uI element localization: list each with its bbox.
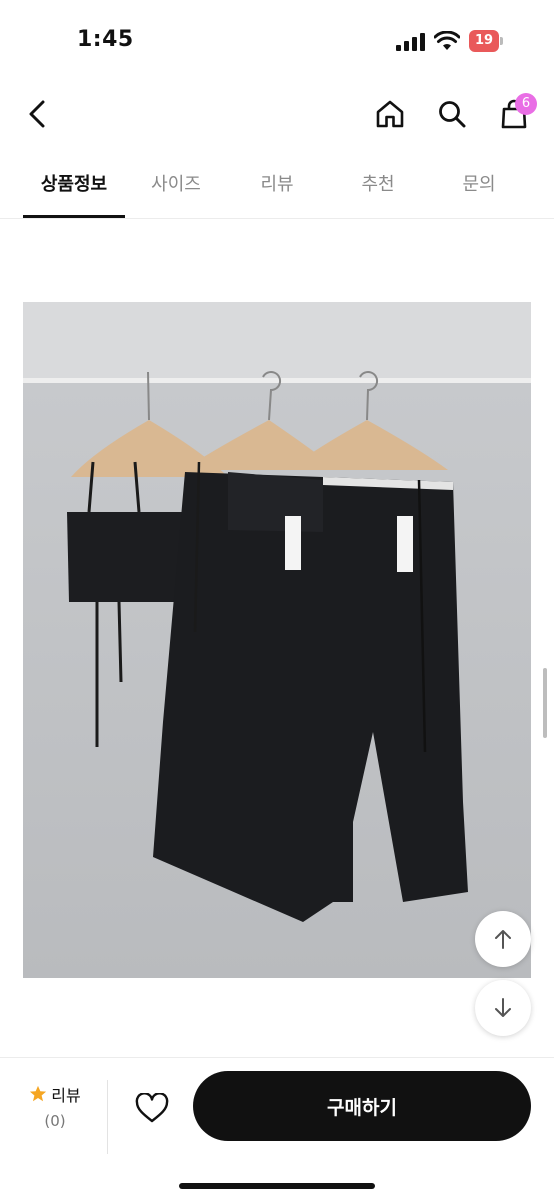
home-button[interactable] xyxy=(370,94,410,134)
arrow-down-icon xyxy=(495,998,511,1017)
battery-tip xyxy=(500,37,503,45)
wishlist-button[interactable] xyxy=(132,1088,172,1128)
status-time: 1:45 xyxy=(77,27,134,52)
bottom-action-bar: 리뷰 (0) 구매하기 xyxy=(0,1057,554,1201)
scroll-down-button[interactable] xyxy=(475,980,531,1036)
wifi-icon xyxy=(434,31,460,50)
review-count: (0) xyxy=(44,1112,66,1130)
tab-size[interactable]: 사이즈 xyxy=(126,170,226,196)
bottom-divider xyxy=(107,1080,108,1154)
search-button[interactable] xyxy=(432,94,472,134)
tab-recommend[interactable]: 추천 xyxy=(328,170,428,196)
scroll-indicator[interactable] xyxy=(543,668,547,738)
scroll-up-button[interactable] xyxy=(475,911,531,967)
review-row: 리뷰 xyxy=(22,1082,88,1106)
product-photo[interactable] xyxy=(23,302,531,978)
review-label: 리뷰 xyxy=(51,1086,81,1105)
cellular-signal-icon xyxy=(396,33,425,51)
battery-level: 19 xyxy=(469,30,499,52)
product-tabs: 상품정보 사이즈 리뷰 추천 문의 xyxy=(0,150,554,219)
back-button[interactable] xyxy=(18,94,58,134)
review-summary[interactable]: 리뷰 (0) xyxy=(22,1082,88,1130)
tab-reviews[interactable]: 리뷰 xyxy=(227,170,327,196)
buy-button[interactable]: 구매하기 xyxy=(193,1071,531,1141)
arrow-up-icon xyxy=(495,930,511,949)
heart-icon xyxy=(135,1093,169,1123)
tab-inquiry[interactable]: 문의 xyxy=(429,170,529,196)
active-tab-indicator xyxy=(23,215,125,218)
chevron-left-icon xyxy=(29,100,45,128)
top-navigation xyxy=(0,80,554,150)
tab-product-info[interactable]: 상품정보 xyxy=(24,170,124,196)
home-icon xyxy=(376,100,404,128)
home-indicator xyxy=(179,1183,375,1189)
search-icon xyxy=(439,101,466,128)
battery-icon: 19 xyxy=(469,30,503,52)
cart-badge: 6 xyxy=(515,93,537,115)
star-icon xyxy=(30,1085,47,1102)
status-bar: 1:45 19 xyxy=(0,0,554,80)
